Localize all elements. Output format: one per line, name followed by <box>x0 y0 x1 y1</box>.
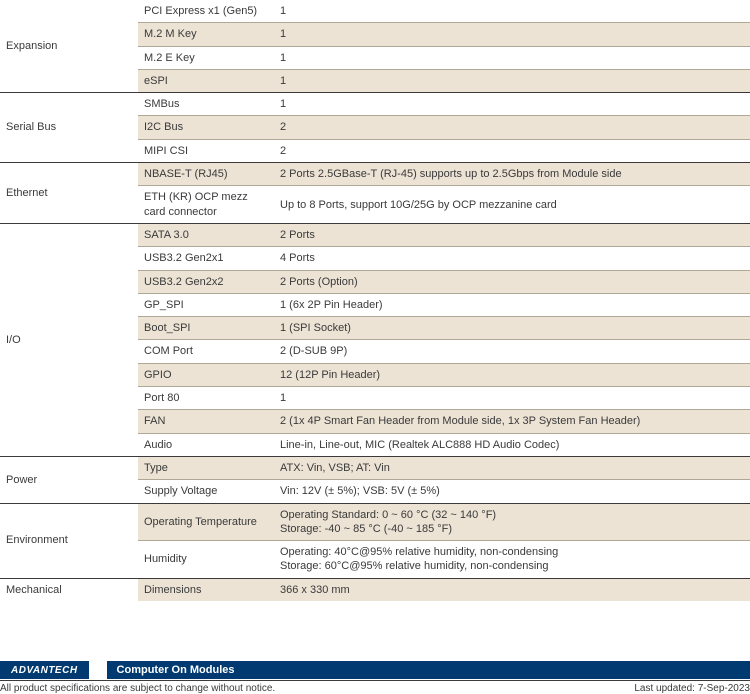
spec-name-cell: SMBus <box>138 93 274 116</box>
footer-title: Computer On Modules <box>107 661 750 679</box>
spec-value-cell: 1 <box>274 93 750 116</box>
spec-name-cell: ETH (KR) OCP mezz card connector <box>138 186 274 224</box>
table-row: Serial BusSMBus1 <box>0 93 750 116</box>
spec-name-cell: Audio <box>138 433 274 456</box>
last-updated-text: Last updated: 7-Sep-2023 <box>634 683 750 694</box>
spec-value-cell: 2 Ports (Option) <box>274 270 750 293</box>
category-cell: Mechanical <box>0 578 138 601</box>
spec-name-cell: USB3.2 Gen2x2 <box>138 270 274 293</box>
spec-value-cell: 1 (6x 2P Pin Header) <box>274 293 750 316</box>
spec-value-cell: Line-in, Line-out, MIC (Realtek ALC888 H… <box>274 433 750 456</box>
category-cell: I/O <box>0 223 138 456</box>
table-row: EnvironmentOperating TemperatureOperatin… <box>0 503 750 541</box>
spec-value-cell: 1 <box>274 387 750 410</box>
spec-name-cell: M.2 M Key <box>138 23 274 46</box>
spec-name-cell: NBASE-T (RJ45) <box>138 163 274 186</box>
table-row: EthernetNBASE-T (RJ45)2 Ports 2.5GBase-T… <box>0 163 750 186</box>
spec-name-cell: Type <box>138 456 274 479</box>
spec-value-cell: 2 (D-SUB 9P) <box>274 340 750 363</box>
spec-name-cell: USB3.2 Gen2x1 <box>138 247 274 270</box>
spec-value-cell: 1 <box>274 69 750 92</box>
spec-value-cell: 4 Ports <box>274 247 750 270</box>
spec-value-cell: Operating Standard: 0 ~ 60 °C (32 ~ 140 … <box>274 503 750 541</box>
spec-name-cell: Supply Voltage <box>138 480 274 503</box>
spec-value-cell: Up to 8 Ports, support 10G/25G by OCP me… <box>274 186 750 224</box>
category-cell: Serial Bus <box>0 93 138 163</box>
brand-logo: ADVANTECH <box>0 661 89 679</box>
spec-value-cell: 1 <box>274 23 750 46</box>
spec-name-cell: Port 80 <box>138 387 274 410</box>
spec-name-cell: FAN <box>138 410 274 433</box>
spec-name-cell: Dimensions <box>138 578 274 601</box>
table-row: I/OSATA 3.02 Ports <box>0 223 750 246</box>
spec-value-cell: Vin: 12V (± 5%); VSB: 5V (± 5%) <box>274 480 750 503</box>
spec-value-cell: 12 (12P Pin Header) <box>274 363 750 386</box>
spec-value-cell: 2 <box>274 116 750 139</box>
table-row: MechanicalDimensions366 x 330 mm <box>0 578 750 601</box>
spec-name-cell: MIPI CSI <box>138 139 274 162</box>
spec-value-cell: 2 (1x 4P Smart Fan Header from Module si… <box>274 410 750 433</box>
category-cell: Ethernet <box>0 163 138 224</box>
category-cell: Environment <box>0 503 138 578</box>
spec-value-cell: 366 x 330 mm <box>274 578 750 601</box>
spec-name-cell: eSPI <box>138 69 274 92</box>
spec-name-cell: COM Port <box>138 340 274 363</box>
spec-name-cell: Humidity <box>138 541 274 579</box>
spec-value-cell: 2 <box>274 139 750 162</box>
spec-name-cell: SATA 3.0 <box>138 223 274 246</box>
spec-name-cell: Boot_SPI <box>138 317 274 340</box>
category-cell: Expansion <box>0 0 138 93</box>
spec-name-cell: GPIO <box>138 363 274 386</box>
category-cell: Power <box>0 456 138 503</box>
spec-table: ExpansionPCI Express x1 (Gen5)1M.2 M Key… <box>0 0 750 601</box>
spec-value-cell: Operating: 40°C@95% relative humidity, n… <box>274 541 750 579</box>
spec-value-cell: 1 (SPI Socket) <box>274 317 750 340</box>
footer: ADVANTECH Computer On Modules All produc… <box>0 661 750 694</box>
spec-name-cell: Operating Temperature <box>138 503 274 541</box>
spec-value-cell: 2 Ports 2.5GBase-T (RJ-45) supports up t… <box>274 163 750 186</box>
spec-name-cell: I2C Bus <box>138 116 274 139</box>
spec-name-cell: PCI Express x1 (Gen5) <box>138 0 274 23</box>
spec-value-cell: 2 Ports <box>274 223 750 246</box>
spec-name-cell: GP_SPI <box>138 293 274 316</box>
spec-name-cell: M.2 E Key <box>138 46 274 69</box>
footer-bar: ADVANTECH Computer On Modules <box>0 661 750 679</box>
spec-value-cell: 1 <box>274 46 750 69</box>
spec-value-cell: 1 <box>274 0 750 23</box>
table-row: PowerTypeATX: Vin, VSB; AT: Vin <box>0 456 750 479</box>
disclaimer-text: All product specifications are subject t… <box>0 683 275 694</box>
table-row: ExpansionPCI Express x1 (Gen5)1 <box>0 0 750 23</box>
spec-value-cell: ATX: Vin, VSB; AT: Vin <box>274 456 750 479</box>
